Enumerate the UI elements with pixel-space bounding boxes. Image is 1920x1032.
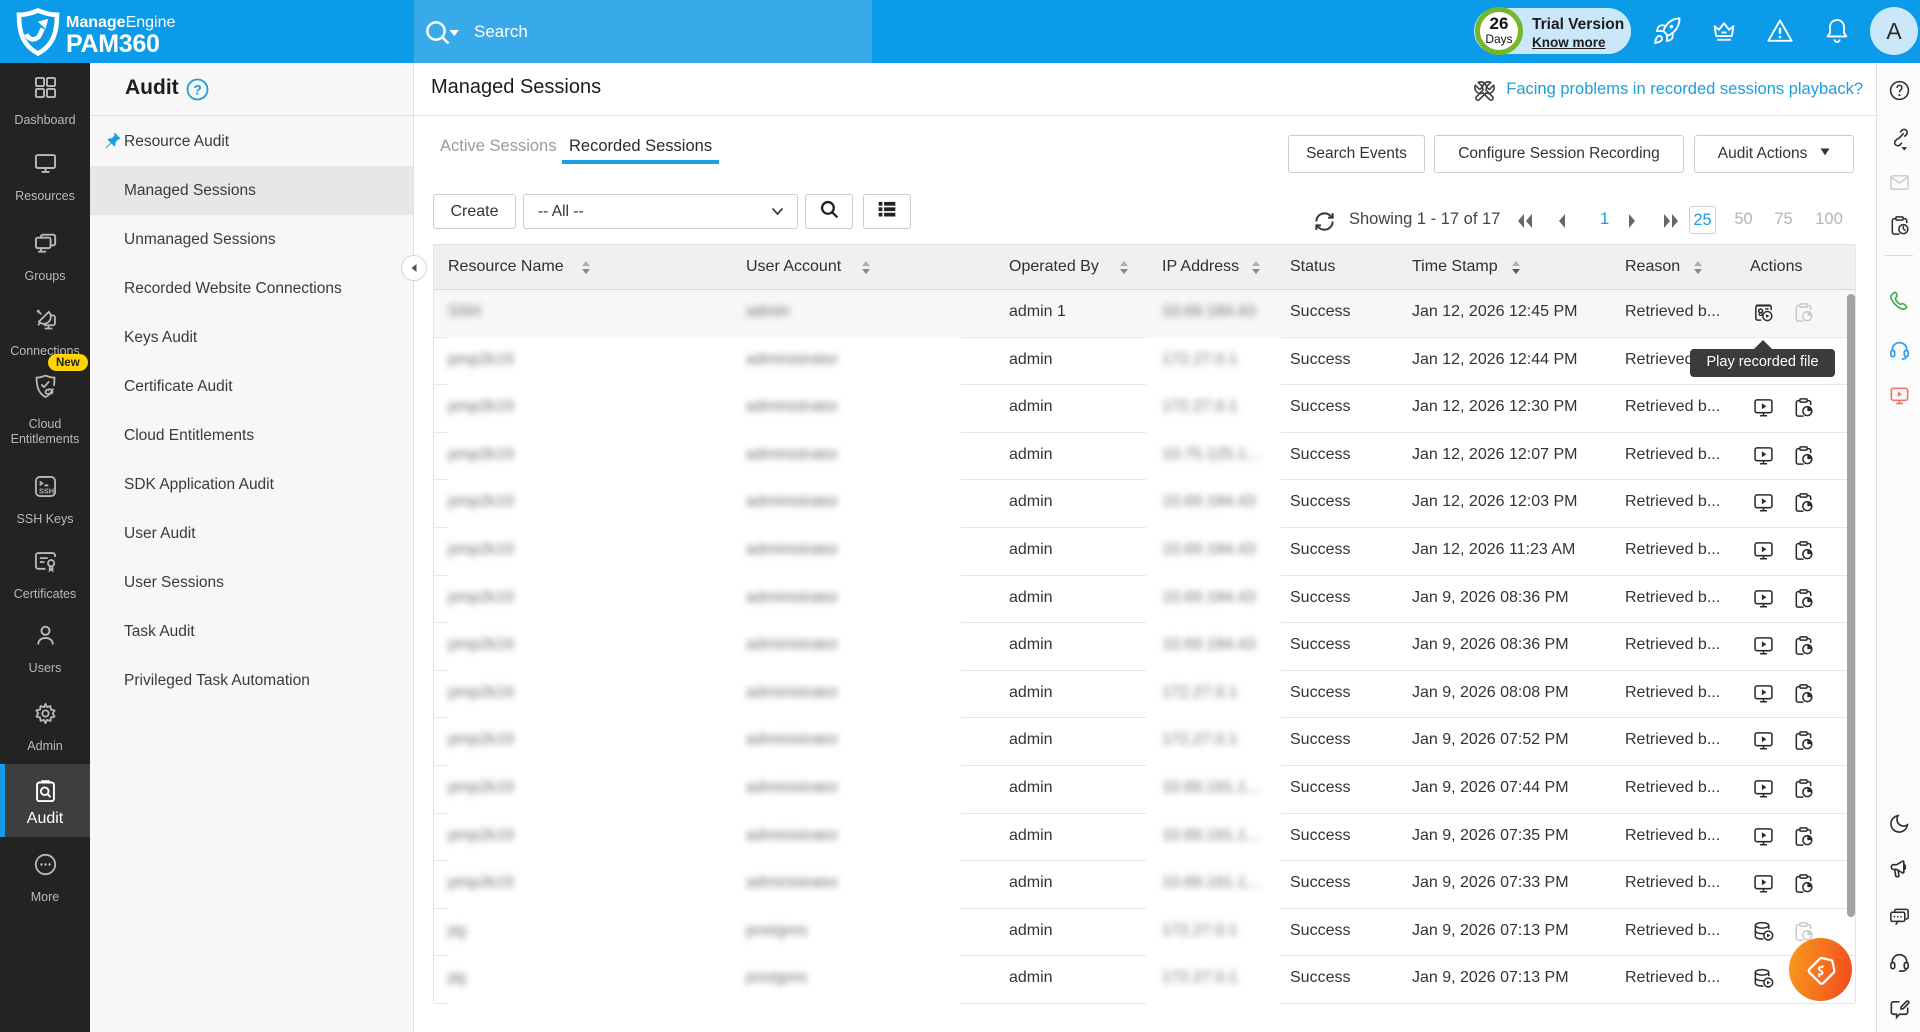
svg-text:SSH: SSH: [38, 486, 53, 495]
svg-text:?: ?: [193, 82, 202, 98]
